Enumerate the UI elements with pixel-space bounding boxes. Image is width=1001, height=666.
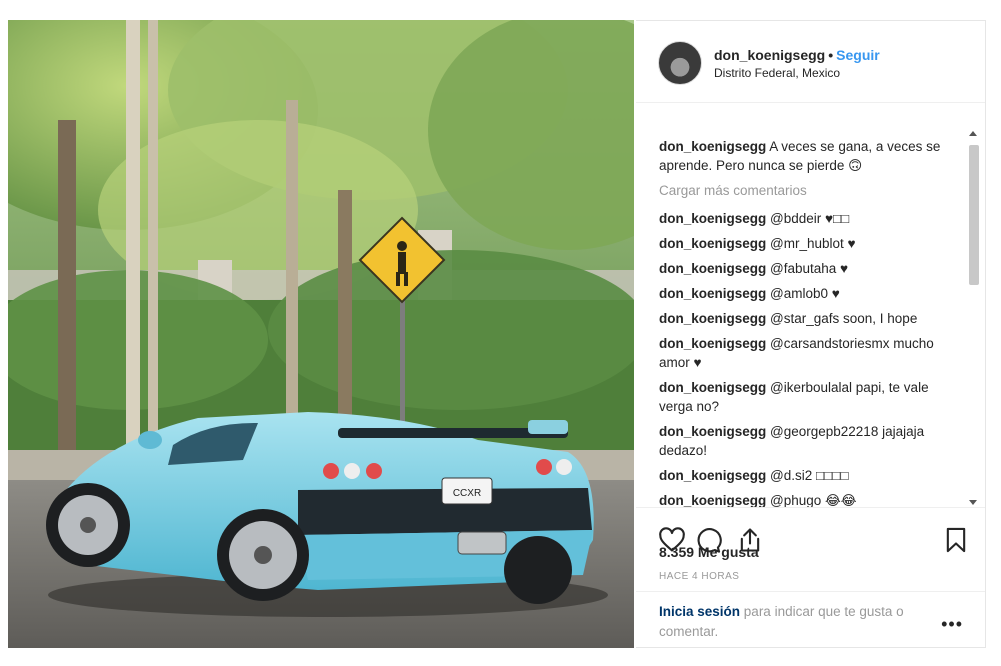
- follow-button[interactable]: Seguir: [836, 47, 880, 63]
- comment-username[interactable]: don_koenigsegg: [659, 286, 766, 301]
- comments-scrollbar[interactable]: [967, 125, 981, 509]
- comment-username[interactable]: don_koenigsegg: [659, 380, 766, 395]
- post-timestamp[interactable]: HACE 4 HORAS: [659, 571, 739, 582]
- list-item: don_koenigsegg @carsandstoriesmx mucho a…: [659, 334, 959, 372]
- header-username[interactable]: don_koenigsegg: [714, 47, 825, 63]
- avatar[interactable]: [658, 41, 702, 85]
- login-footer: Inicia sesión para indicar que te gusta …: [636, 591, 985, 649]
- location-link[interactable]: Distrito Federal, Mexico: [714, 66, 840, 80]
- comment-text: @amlob0 ♥: [770, 286, 840, 301]
- car-photo-illustration: CCXR: [8, 20, 634, 648]
- license-plate-text: CCXR: [453, 488, 481, 499]
- instagram-post: CCXR don_koenigsegg • Seguir Distrito Fe…: [8, 20, 986, 648]
- comment-username[interactable]: don_koenigsegg: [659, 236, 766, 251]
- list-item: don_koenigsegg @mr_hublot ♥: [659, 234, 959, 253]
- comment-text: @fabutaha ♥: [770, 261, 849, 276]
- comment-text: @d.si2 □□□□: [770, 468, 849, 483]
- login-link[interactable]: Inicia sesión: [659, 604, 740, 619]
- list-item: don_koenigsegg @bddeir ♥□□: [659, 209, 959, 228]
- header-separator: •: [828, 47, 834, 63]
- post-header: don_koenigsegg • Seguir Distrito Federal, …: [636, 21, 985, 103]
- scroll-down-icon[interactable]: [969, 500, 977, 505]
- list-item: don_koenigsegg @amlob0 ♥: [659, 284, 959, 303]
- comments-list: don_koenigsegg A veces se gana, a veces …: [636, 103, 985, 507]
- bookmark-icon[interactable]: [942, 526, 970, 554]
- caption: don_koenigsegg A veces se gana, a veces …: [659, 137, 959, 175]
- comment-username[interactable]: don_koenigsegg: [659, 468, 766, 483]
- more-options-icon[interactable]: •••: [941, 614, 963, 635]
- list-item: don_koenigsegg @georgepb22218 jajajaja d…: [659, 422, 959, 460]
- load-more-comments-button[interactable]: Cargar más comentarios: [659, 183, 807, 198]
- comment-text: @phugo 😂😂: [770, 493, 857, 507]
- list-item: don_koenigsegg @star_gafs soon, I hope: [659, 309, 959, 328]
- post-sidebar: don_koenigsegg • Seguir Distrito Federal, …: [636, 20, 986, 648]
- comment-text: @star_gafs soon, I hope: [770, 311, 918, 326]
- comment-text: @mr_hublot ♥: [770, 236, 856, 251]
- comment-username[interactable]: don_koenigsegg: [659, 424, 766, 439]
- comment-username[interactable]: don_koenigsegg: [659, 311, 766, 326]
- list-item: don_koenigsegg @d.si2 □□□□: [659, 466, 959, 485]
- post-photo[interactable]: CCXR: [8, 20, 634, 648]
- list-item: don_koenigsegg @phugo 😂😂: [659, 491, 959, 507]
- comment-text: @bddeir ♥□□: [770, 211, 850, 226]
- comment-username[interactable]: don_koenigsegg: [659, 211, 766, 226]
- comment-username[interactable]: don_koenigsegg: [659, 261, 766, 276]
- list-item: don_koenigsegg @fabutaha ♥: [659, 259, 959, 278]
- comment-username[interactable]: don_koenigsegg: [659, 336, 766, 351]
- scrollbar-thumb[interactable]: [969, 145, 979, 285]
- comment-username[interactable]: don_koenigsegg: [659, 493, 766, 507]
- scroll-up-icon[interactable]: [969, 131, 977, 136]
- likes-count[interactable]: 8.359 Me gusta: [659, 544, 759, 560]
- caption-username[interactable]: don_koenigsegg: [659, 139, 766, 154]
- login-prompt: Inicia sesión para indicar que te gusta …: [659, 602, 929, 642]
- list-item: don_koenigsegg @ikerboulalal papi, te va…: [659, 378, 959, 416]
- header-user-line: don_koenigsegg • Seguir: [714, 47, 880, 63]
